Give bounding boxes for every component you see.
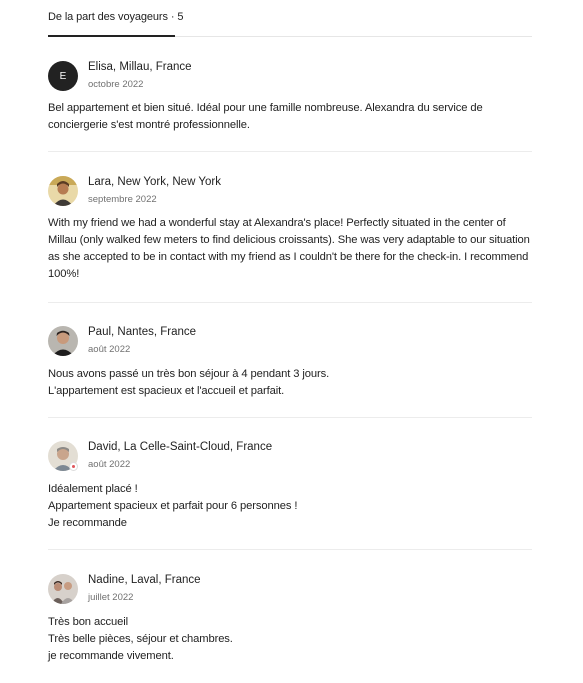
avatar[interactable] [48, 574, 78, 604]
reviewer-name: Paul, Nantes, France [88, 326, 197, 338]
reviewer-name: Elisa, Millau, France [88, 61, 192, 73]
avatar[interactable] [48, 326, 78, 356]
tab-active-underline [48, 35, 175, 37]
review-date: octobre 2022 [88, 79, 144, 90]
review-date: août 2022 [88, 459, 131, 470]
review-text: With my friend we had a wonderful stay a… [48, 217, 530, 280]
reviews-tab-bar: De la part des voyageurs · 5 [48, 0, 532, 37]
avatar-photo [48, 176, 78, 206]
review-divider [48, 302, 532, 303]
avatar-initial: E [59, 70, 67, 82]
tab-reviews-from-guests[interactable]: De la part des voyageurs · 5 [48, 11, 183, 23]
verified-badge-icon [69, 462, 78, 471]
review-text: Bel appartement et bien situé. Idéal pou… [48, 102, 483, 131]
review-divider [48, 151, 532, 152]
review-text: Nous avons passé un très bon séjour à 4 … [48, 368, 330, 397]
review-date: septembre 2022 [88, 194, 157, 205]
review-date: juillet 2022 [88, 592, 134, 603]
review-divider [48, 417, 532, 418]
review-text: Très bon accueil Très belle pièces, séjo… [48, 616, 233, 662]
avatar-photo [48, 574, 78, 604]
review-text: Idéalement placé ! Appartement spacieux … [48, 483, 298, 529]
avatar[interactable]: E [48, 61, 78, 91]
review-date: août 2022 [88, 344, 131, 355]
review-divider [48, 549, 532, 550]
reviewer-name: David, La Celle-Saint-Cloud, France [88, 441, 273, 453]
reviewer-name: Nadine, Laval, France [88, 574, 201, 586]
avatar[interactable] [48, 176, 78, 206]
avatar-photo [48, 326, 78, 356]
reviewer-name: Lara, New York, New York [88, 176, 221, 188]
